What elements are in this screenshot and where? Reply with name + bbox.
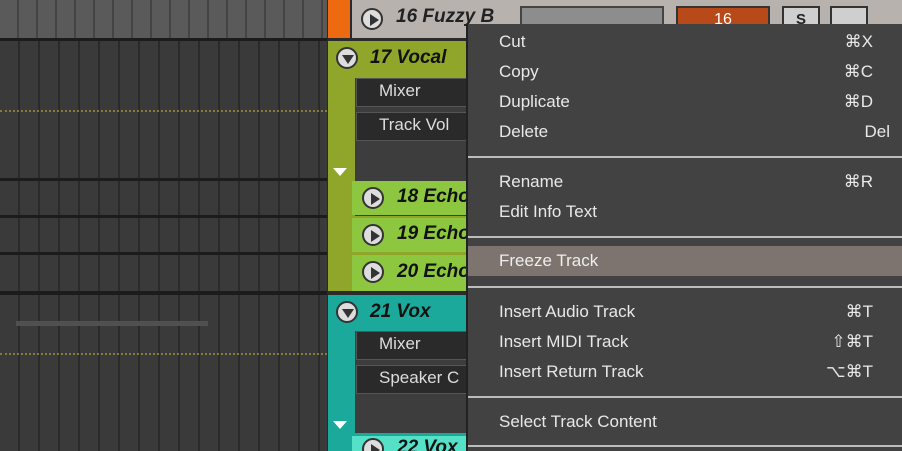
menu-item-insert-return-track[interactable]: Insert Return Track ⌥⌘T [468, 357, 902, 387]
clip-region[interactable] [16, 321, 208, 326]
shortcut-label: ⇧⌘T [831, 332, 873, 351]
menu-item-insert-audio-track[interactable]: Insert Audio Track ⌘T [468, 297, 902, 327]
track-header-18[interactable]: 18 Echo [352, 181, 470, 215]
clip-lane-echo-3[interactable] [0, 255, 327, 291]
mixer-chooser[interactable]: Mixer [356, 331, 468, 360]
expand-icon[interactable] [333, 168, 347, 176]
shortcut-label: ⌘D [843, 92, 873, 111]
clip-lane-16[interactable] [0, 0, 327, 38]
fold-icon[interactable] [336, 47, 358, 69]
group-header-vox[interactable]: 21 Vox Mixer Speaker C [328, 295, 468, 451]
menu-item-copy[interactable]: Copy ⌘C [468, 57, 902, 87]
play-icon[interactable] [361, 8, 383, 30]
menu-separator [468, 286, 902, 288]
play-icon[interactable] [362, 187, 384, 209]
clip-lane-echo-2[interactable] [0, 218, 327, 252]
track-name: 21 Vox [370, 301, 431, 322]
play-icon[interactable] [362, 261, 384, 283]
track-name: 19 Echo [397, 223, 470, 244]
menu-separator [468, 396, 902, 398]
menu-separator [468, 445, 902, 447]
clip-lane-echo-1[interactable] [0, 181, 327, 215]
automation-chooser[interactable]: Speaker C [356, 365, 468, 394]
fold-icon[interactable] [336, 301, 358, 323]
shortcut-label: ⌘C [843, 62, 873, 81]
shortcut-label: ⌥⌘T [826, 362, 873, 381]
track-color-marker [328, 0, 350, 38]
automation-line [0, 353, 327, 355]
play-icon[interactable] [362, 438, 384, 451]
shortcut-label: ⌘T [845, 302, 873, 321]
track-header-20[interactable]: 20 Echo [352, 255, 470, 291]
context-menu[interactable]: Cut ⌘X Copy ⌘C Duplicate ⌘D Delete Del R… [466, 24, 902, 451]
arrangement-view[interactable] [0, 0, 327, 451]
track-name: 17 Vocal [370, 47, 447, 68]
mixer-chooser[interactable]: Mixer [356, 78, 468, 107]
menu-item-delete[interactable]: Delete Del [468, 117, 902, 147]
automation-chooser[interactable]: Track Vol [356, 112, 468, 141]
menu-item-freeze-track[interactable]: Freeze Track [468, 246, 902, 276]
menu-item-select-track-content[interactable]: Select Track Content [468, 407, 902, 437]
menu-item-rename[interactable]: Rename ⌘R [468, 167, 902, 197]
menu-separator [468, 236, 902, 238]
clip-lane-vox[interactable] [0, 295, 327, 451]
menu-item-edit-info-text[interactable]: Edit Info Text [468, 197, 902, 227]
play-icon[interactable] [362, 224, 384, 246]
track-name: 22 Vox [397, 437, 458, 451]
automation-line [0, 110, 327, 112]
track-header-22[interactable]: 22 Vox [352, 436, 468, 451]
shortcut-label: Del [864, 122, 890, 141]
menu-item-duplicate[interactable]: Duplicate ⌘D [468, 87, 902, 117]
expand-icon[interactable] [333, 421, 347, 429]
track-header-19[interactable]: 19 Echo [352, 218, 470, 252]
track-name: 20 Echo [397, 261, 470, 282]
menu-item-insert-midi-track[interactable]: Insert MIDI Track ⇧⌘T [468, 327, 902, 357]
menu-separator [468, 156, 902, 158]
track-name: 18 Echo [397, 186, 470, 207]
menu-item-cut[interactable]: Cut ⌘X [468, 27, 902, 57]
group-header-vocal[interactable]: 17 Vocal Mixer Track Vol [328, 41, 468, 291]
shortcut-label: ⌘R [843, 172, 873, 191]
shortcut-label: ⌘X [844, 32, 873, 51]
